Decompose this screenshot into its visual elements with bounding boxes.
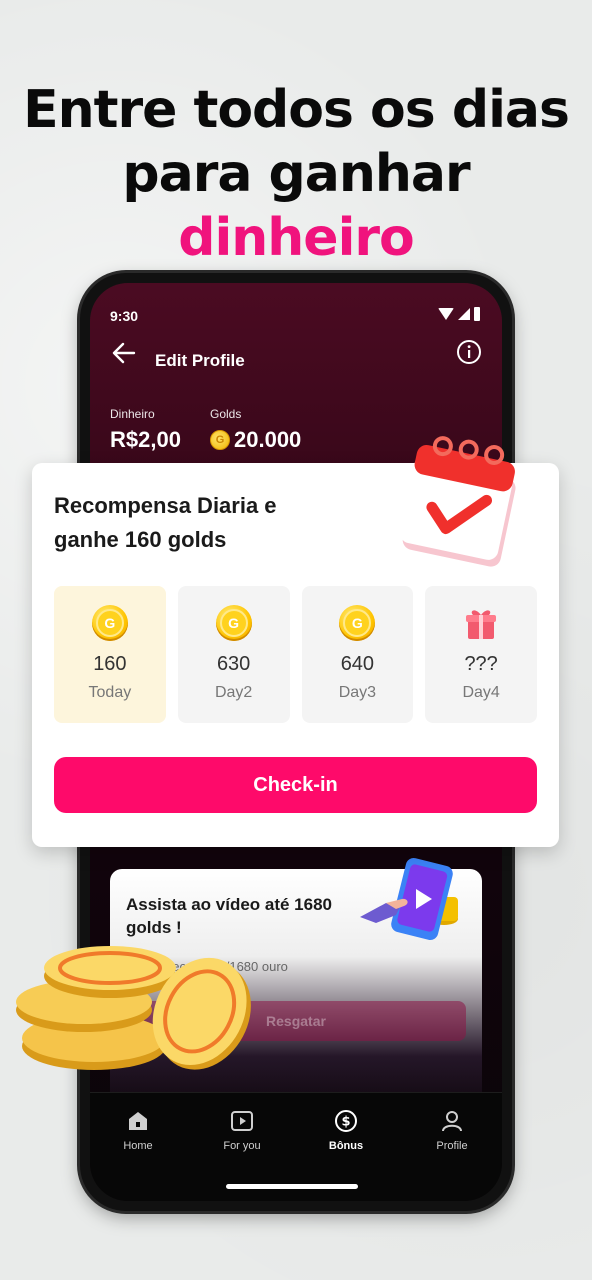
reward-amount: ??? bbox=[464, 653, 498, 675]
golds-value: G 20.000 bbox=[210, 427, 301, 453]
headline-line-2: para ganhar dinheiro bbox=[0, 142, 592, 270]
reward-amount: 640 bbox=[340, 653, 375, 675]
golds-amount: 20.000 bbox=[234, 427, 302, 452]
info-circle-icon[interactable] bbox=[456, 339, 482, 365]
nav-label: Profile bbox=[436, 1140, 468, 1152]
status-time: 9:30 bbox=[110, 308, 139, 324]
headline-prefix: para ganhar bbox=[122, 144, 470, 204]
home-icon bbox=[129, 1112, 147, 1130]
svg-text:$: $ bbox=[341, 1115, 350, 1130]
nav-for-you[interactable]: For you bbox=[202, 1109, 282, 1152]
nav-label: Home bbox=[123, 1140, 153, 1152]
wifi-icon bbox=[438, 308, 454, 320]
checkin-button[interactable]: Check-in bbox=[54, 757, 537, 813]
reward-days: G 160 Today G 630 Day2 G 640 Day3 ??? Da… bbox=[54, 586, 537, 723]
video-task-title: Assista ao vídeo até 1680 golds ! bbox=[126, 895, 333, 937]
reward-day[interactable]: G 630 Day2 bbox=[177, 586, 290, 723]
reward-amount: 160 bbox=[93, 653, 127, 675]
signal-icon bbox=[458, 308, 470, 320]
nav-label: Bônus bbox=[328, 1140, 364, 1152]
gold-coins-icon bbox=[16, 946, 251, 1070]
headline-accent: dinheiro bbox=[178, 208, 415, 268]
home-indicator bbox=[226, 1184, 358, 1189]
money-value: R$2,00 bbox=[110, 427, 181, 453]
bottom-nav: Home For you $ Bônus Profile bbox=[90, 1092, 502, 1201]
page-title: Edit Profile bbox=[155, 351, 245, 370]
reward-day[interactable]: G 160 Today bbox=[54, 586, 166, 723]
gold-coin-icon: G bbox=[215, 605, 252, 641]
nav-bonus[interactable]: $ Bônus bbox=[306, 1109, 386, 1152]
dollar-circle-icon: $ bbox=[335, 1110, 357, 1132]
reward-day-label: Today bbox=[88, 684, 132, 701]
gold-coin-icon: G bbox=[339, 605, 376, 641]
golds-label: Golds bbox=[210, 407, 242, 421]
reward-title: Recompensa Diaria e ganhe 160 golds bbox=[54, 493, 277, 552]
headline-line-1: Entre todos os dias bbox=[23, 80, 570, 140]
gold-coin-icon: G bbox=[210, 430, 230, 450]
reward-day[interactable]: ??? Day4 bbox=[425, 586, 537, 723]
nav-label: For you bbox=[223, 1140, 261, 1152]
reward-day-label: Day2 bbox=[214, 684, 253, 701]
reward-amount: 630 bbox=[216, 653, 251, 675]
promo-headline: Entre todos os dias para ganhar dinheiro bbox=[0, 78, 592, 270]
play-icon bbox=[231, 1111, 253, 1131]
money-amount: R$2,00 bbox=[110, 427, 181, 452]
daily-reward-card: Recompensa Diaria e ganhe 160 golds G 16… bbox=[32, 436, 559, 847]
phone-video-icon bbox=[360, 858, 458, 940]
status-icons bbox=[438, 307, 480, 321]
arrow-left-icon[interactable] bbox=[110, 339, 138, 367]
money-label: Dinheiro bbox=[110, 407, 155, 421]
gift-icon bbox=[466, 610, 497, 639]
nav-home[interactable]: Home bbox=[98, 1109, 178, 1152]
nav-profile[interactable]: Profile bbox=[412, 1109, 492, 1152]
battery-icon bbox=[474, 307, 480, 321]
reward-day[interactable]: G 640 Day3 bbox=[301, 586, 414, 723]
reward-day-label: Day4 bbox=[462, 684, 500, 701]
gold-coin-icon: G bbox=[91, 605, 128, 641]
reward-day-label: Day3 bbox=[338, 684, 377, 701]
calendar-check-icon bbox=[400, 436, 516, 567]
person-icon bbox=[442, 1111, 462, 1132]
